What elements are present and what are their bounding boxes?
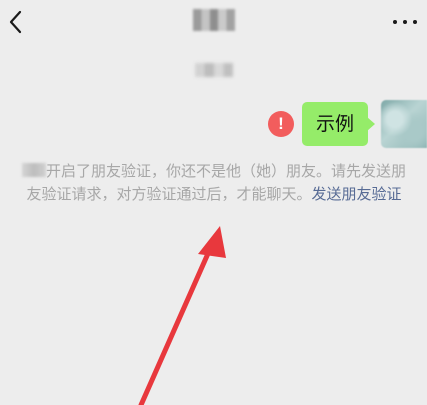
ellipsis-dot	[403, 20, 407, 24]
ellipsis-dot	[413, 20, 417, 24]
chevron-left-icon	[9, 10, 22, 34]
avatar[interactable]	[381, 100, 427, 148]
friend-verification-notice: 开启了朋友验证，你还不是他（她）朋友。请先发送朋友验证请求，对方验证通过后，才能…	[22, 160, 406, 206]
contact-name-redacted	[193, 9, 235, 31]
send-failed-icon[interactable]: !	[268, 111, 294, 137]
back-button[interactable]	[6, 8, 30, 36]
timestamp-redacted	[195, 63, 233, 77]
more-options-button[interactable]	[389, 10, 421, 34]
title-bar	[0, 0, 427, 46]
send-verification-link[interactable]: 发送朋友验证	[312, 185, 402, 203]
message-bubble[interactable]: 示例	[302, 102, 375, 146]
ellipsis-icon	[393, 20, 397, 24]
message-row: ! 示例	[0, 100, 427, 148]
contact-name-redacted	[22, 163, 46, 177]
